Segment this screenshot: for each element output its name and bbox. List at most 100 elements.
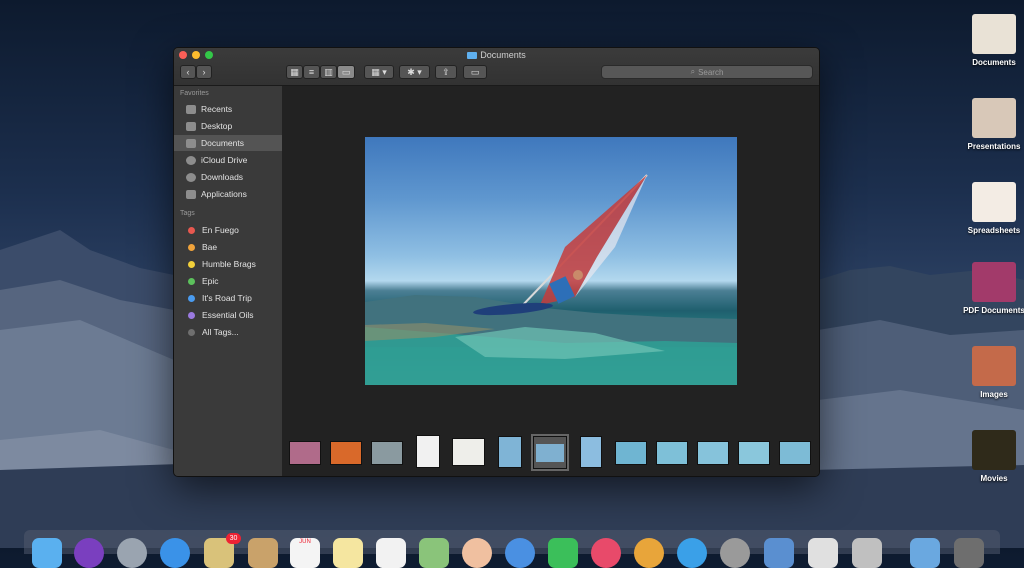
tags-header: Tags bbox=[180, 210, 195, 217]
photos-icon[interactable] bbox=[462, 538, 492, 568]
sidebar-item-recents[interactable]: Recents bbox=[174, 101, 282, 117]
clock-icon bbox=[186, 104, 196, 114]
stack-pdf-documents[interactable]: PDF Documents bbox=[954, 262, 1024, 315]
siri-icon[interactable] bbox=[74, 538, 104, 568]
tag-label: Essential Oils bbox=[202, 310, 254, 320]
pdf-stack-icon bbox=[972, 262, 1016, 302]
stack-presentations[interactable]: Presentations bbox=[954, 98, 1024, 151]
search-placeholder: Search bbox=[698, 67, 724, 77]
tag-dot-icon bbox=[188, 294, 195, 302]
sidebar-item-label: Documents bbox=[201, 138, 244, 148]
sidebar-item-label: Desktop bbox=[201, 121, 233, 131]
downloads-folder-icon[interactable] bbox=[910, 538, 940, 568]
presentations-stack-icon bbox=[972, 98, 1016, 138]
finder-icon[interactable] bbox=[32, 538, 62, 568]
sidebar-tag-humble-brags[interactable]: Humble Brags bbox=[174, 256, 282, 272]
thumbnail[interactable] bbox=[371, 441, 403, 465]
desktop-icon bbox=[186, 121, 196, 131]
script-icon[interactable] bbox=[852, 538, 882, 568]
sidebar-item-icloud-drive[interactable]: iCloud Drive bbox=[174, 152, 282, 168]
sidebar-item-applications[interactable]: Applications bbox=[174, 186, 282, 202]
folder-icon bbox=[467, 52, 478, 59]
safari-icon[interactable] bbox=[160, 538, 190, 568]
preview-image[interactable] bbox=[365, 137, 737, 385]
search-field[interactable]: ⌕ Search bbox=[601, 65, 813, 79]
messages-icon[interactable] bbox=[505, 538, 535, 568]
stack-label: Presentations bbox=[967, 142, 1021, 151]
stack-label: PDF Documents bbox=[963, 306, 1024, 315]
xcode-icon[interactable] bbox=[808, 538, 838, 568]
sidebar-item-downloads[interactable]: Downloads bbox=[174, 169, 282, 185]
notes-icon[interactable] bbox=[248, 538, 278, 568]
calendar-month: JUN bbox=[299, 539, 311, 545]
thumbnail[interactable] bbox=[779, 441, 811, 465]
gallery-view-button[interactable]: ▭ bbox=[337, 65, 355, 79]
sidebar-tag-bae[interactable]: Bae bbox=[174, 239, 282, 255]
search-icon: ⌕ bbox=[690, 67, 696, 76]
dock: 30 JUN bbox=[24, 530, 1000, 568]
calendar-icon[interactable]: JUN bbox=[290, 538, 320, 568]
stack-label: Images bbox=[980, 390, 1008, 399]
action-gear-button[interactable]: ✱ ▾ bbox=[399, 65, 430, 79]
title-bar: Documents ‹ › ▦ ≡ ▥ ▭ ▦ ▾ ✱ ▾ ⇪ ▭ ⌕ Sear… bbox=[174, 48, 819, 86]
movies-stack-icon bbox=[972, 430, 1016, 470]
spreadsheets-stack-icon bbox=[972, 182, 1016, 222]
back-button[interactable]: ‹ bbox=[180, 65, 196, 79]
sidebar-tag-en-fuego[interactable]: En Fuego bbox=[174, 222, 282, 238]
trash-icon[interactable] bbox=[954, 538, 984, 568]
thumbnail-selected[interactable] bbox=[531, 434, 569, 471]
list-view-button[interactable]: ≡ bbox=[303, 65, 320, 79]
reminders-icon[interactable] bbox=[376, 538, 406, 568]
notification-badge: 30 bbox=[226, 533, 241, 544]
document-icon bbox=[186, 138, 196, 148]
stack-label: Movies bbox=[980, 474, 1008, 483]
forward-button[interactable]: › bbox=[196, 65, 212, 79]
tag-dot-icon bbox=[188, 277, 195, 285]
favorites-header: Favorites bbox=[180, 90, 209, 97]
app-store-icon[interactable] bbox=[677, 538, 707, 568]
sidebar-tag-epic[interactable]: Epic bbox=[174, 273, 282, 289]
sidebar-tag-road-trip[interactable]: It's Road Trip bbox=[174, 290, 282, 306]
tag-label: Bae bbox=[202, 242, 218, 252]
system-preferences-icon[interactable] bbox=[720, 538, 750, 568]
sidebar-item-label: iCloud Drive bbox=[201, 155, 248, 165]
window-title: Documents bbox=[174, 50, 819, 60]
sidebar-item-documents[interactable]: Documents bbox=[174, 135, 282, 151]
group-by-button[interactable]: ▦ ▾ bbox=[364, 65, 394, 79]
stack-spreadsheets[interactable]: Spreadsheets bbox=[954, 182, 1024, 235]
icon-view-button[interactable]: ▦ bbox=[286, 65, 303, 79]
stack-documents[interactable]: Documents bbox=[954, 14, 1024, 67]
thumbnail[interactable] bbox=[498, 436, 522, 468]
music-icon[interactable] bbox=[591, 538, 621, 568]
documents-stack-icon bbox=[972, 14, 1016, 54]
books-icon[interactable] bbox=[634, 538, 664, 568]
facetime-icon[interactable] bbox=[548, 538, 578, 568]
share-button[interactable]: ⇪ bbox=[435, 65, 457, 79]
sidebar-item-label: Applications bbox=[201, 189, 247, 199]
sidebar-tag-essential-oils[interactable]: Essential Oils bbox=[174, 307, 282, 323]
thumbnail[interactable] bbox=[615, 441, 647, 465]
thumbnail[interactable] bbox=[738, 441, 770, 465]
thumbnail[interactable] bbox=[656, 441, 688, 465]
thumbnail[interactable] bbox=[697, 441, 729, 465]
tag-dot-icon bbox=[188, 260, 195, 268]
sidebar-item-desktop[interactable]: Desktop bbox=[174, 118, 282, 134]
launchpad-icon[interactable] bbox=[117, 538, 147, 568]
preview-app-icon[interactable] bbox=[764, 538, 794, 568]
thumbnail[interactable] bbox=[452, 438, 485, 466]
images-stack-icon bbox=[972, 346, 1016, 386]
sidebar-item-label: Downloads bbox=[201, 172, 244, 182]
thumbnail[interactable] bbox=[289, 441, 321, 465]
stack-movies[interactable]: Movies bbox=[954, 430, 1024, 483]
thumbnail[interactable] bbox=[580, 436, 602, 468]
column-view-button[interactable]: ▥ bbox=[320, 65, 337, 79]
thumbnail[interactable] bbox=[330, 441, 362, 465]
thumbnail[interactable] bbox=[416, 435, 440, 468]
gallery-view bbox=[282, 86, 819, 476]
stickies-icon[interactable] bbox=[333, 538, 363, 568]
tag-label: All Tags... bbox=[202, 327, 239, 337]
sidebar-tag-all-tags[interactable]: All Tags... bbox=[174, 324, 282, 340]
tags-button[interactable]: ▭ bbox=[463, 65, 487, 79]
maps-icon[interactable] bbox=[419, 538, 449, 568]
stack-images[interactable]: Images bbox=[954, 346, 1024, 399]
